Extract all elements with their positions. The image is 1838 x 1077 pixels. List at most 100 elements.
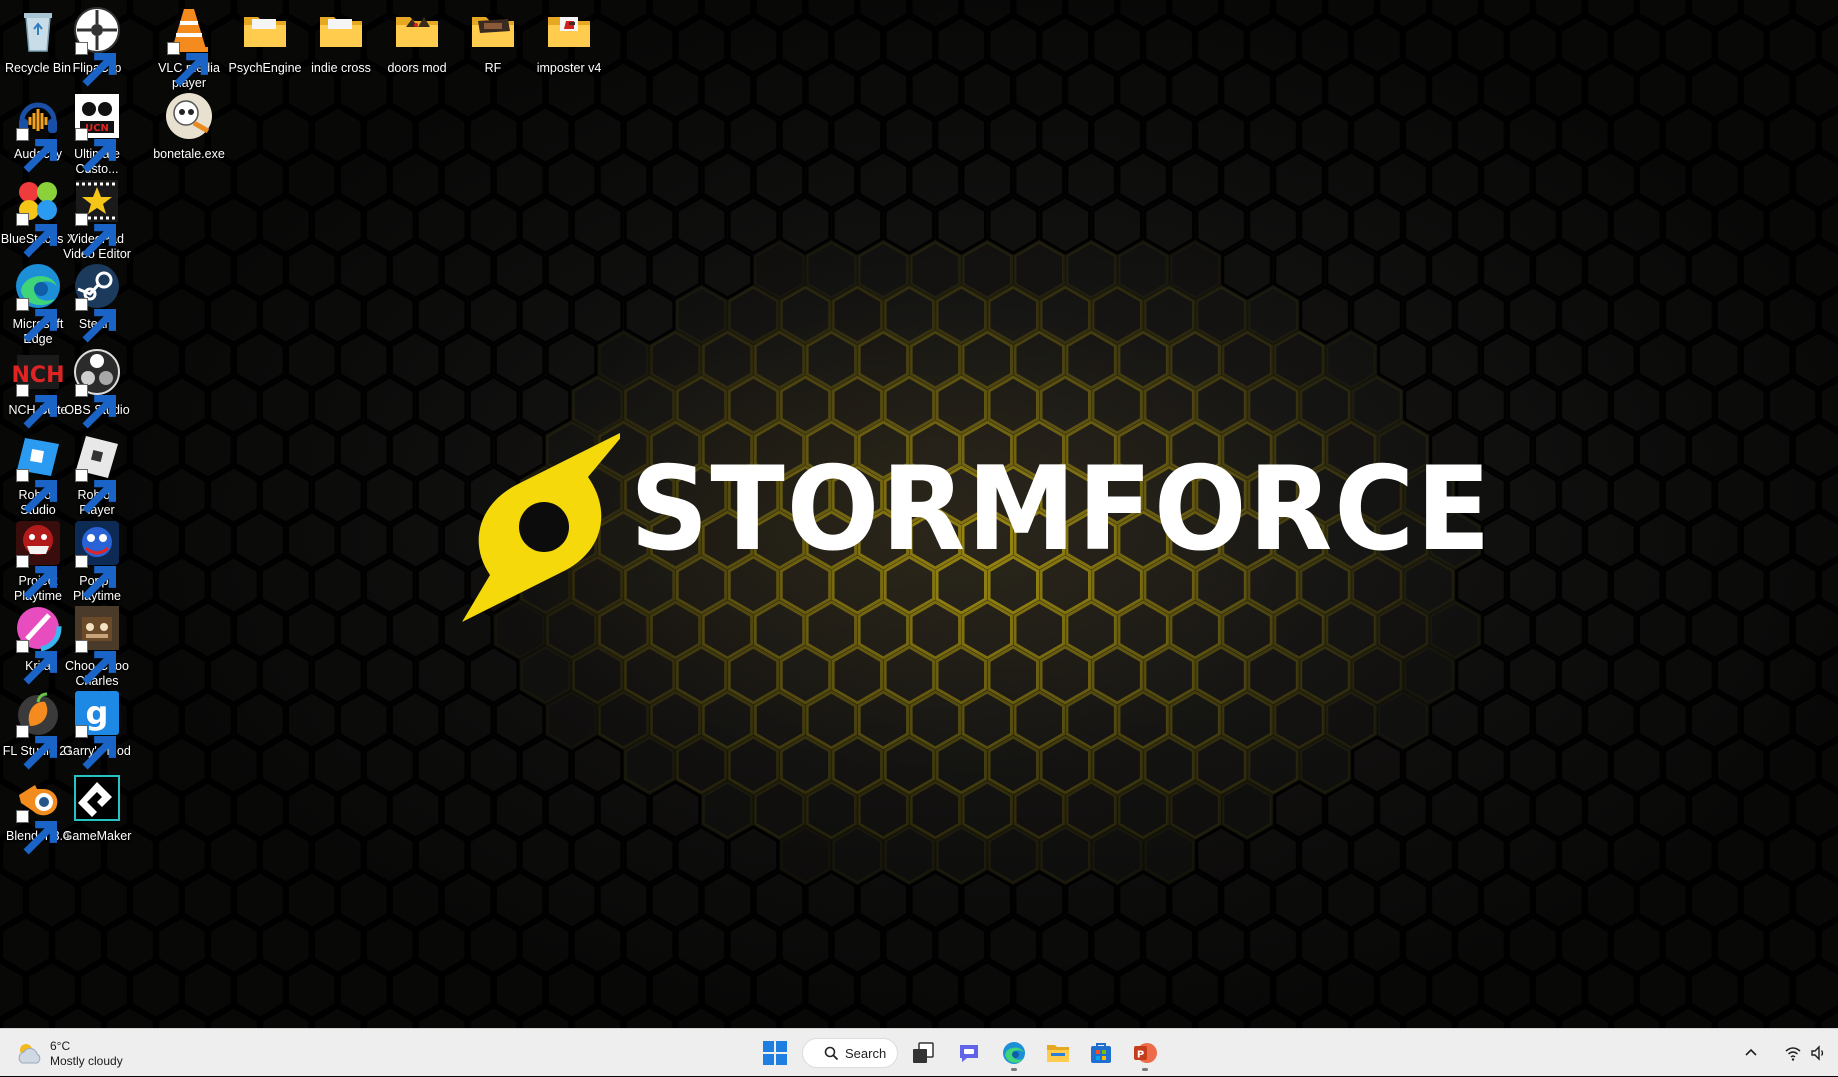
network-button[interactable] xyxy=(1784,1044,1802,1062)
desktop-icon-doors-mod-folder[interactable]: doors mod xyxy=(379,2,455,98)
desktop-icon-poppy-playtime[interactable]: Poppy Playtime xyxy=(59,515,135,611)
hexagon-tile xyxy=(1507,915,1559,975)
desktop-icon-steam[interactable]: Steam xyxy=(59,258,135,354)
hexagon-tile xyxy=(1740,690,1793,750)
hexagon-tile xyxy=(1507,105,1559,165)
hexagon-tile xyxy=(1299,915,1351,975)
hexagon-tile xyxy=(1792,780,1838,840)
hexagon-tile xyxy=(961,60,1013,120)
roblox-studio-icon xyxy=(13,432,63,514)
hexagon-tile xyxy=(1299,645,1351,705)
hexagon-tile xyxy=(1766,915,1819,975)
hexagon-tile xyxy=(130,240,182,300)
hexagon-tile xyxy=(389,510,442,570)
desktop-icon-garrys-mod[interactable]: g Garry's Mod xyxy=(59,685,135,781)
hexagon-tile xyxy=(182,870,234,930)
hexagon-tile xyxy=(519,825,572,885)
hexagon-tile xyxy=(831,915,884,975)
hexagon-tile xyxy=(1689,600,1741,660)
taskbar-edge-button[interactable] xyxy=(996,1035,1032,1071)
taskbar-powerpoint-button[interactable]: P xyxy=(1127,1035,1163,1071)
desktop-icon-gamemaker[interactable]: GameMaker xyxy=(59,770,135,866)
hexagon-tile xyxy=(1507,15,1559,75)
hexagon-tile xyxy=(1039,735,1091,795)
hexagon-tile xyxy=(1221,690,1273,750)
hexagon-tile xyxy=(675,285,728,345)
roblox-player-icon xyxy=(72,432,122,514)
hexagon-tile xyxy=(415,555,468,615)
hexagon-tile xyxy=(1273,150,1325,210)
hexagon-tile xyxy=(1039,195,1091,255)
hexagon-tile xyxy=(338,240,390,300)
desktop-icon-psychengine-folder[interactable]: PsychEngine xyxy=(227,2,303,98)
desktop-icon-choo-choo-charles[interactable]: Choo-Choo Charles xyxy=(59,600,135,696)
hexagon-tile xyxy=(547,692,596,748)
hexagon-tile xyxy=(260,285,312,345)
hexagon-tile xyxy=(312,735,364,795)
hexagon-tile xyxy=(1715,105,1767,165)
hexagon-tile xyxy=(1195,285,1247,345)
desktop-icon-ultimate-custom-night[interactable]: UCN Ultimate Custo... xyxy=(59,88,135,184)
desktop-icon-vlc[interactable]: VLC media player xyxy=(151,2,227,98)
weather-widget[interactable]: 6°C Mostly cloudy xyxy=(14,1037,123,1071)
hexagon-tile xyxy=(1559,555,1611,615)
hexagon-tile xyxy=(1481,870,1533,930)
desktop-icon-flipaclip[interactable]: FlipaClip xyxy=(59,2,135,98)
hexagon-tile xyxy=(1039,915,1091,975)
hexagon-tile xyxy=(156,735,208,795)
taskbar-store-button[interactable] xyxy=(1083,1035,1119,1071)
volume-button[interactable] xyxy=(1810,1044,1828,1062)
desktop-icon-indie-cross-folder[interactable]: indie cross xyxy=(303,2,379,98)
weather-condition: Mostly cloudy xyxy=(50,1054,123,1068)
chat-button[interactable] xyxy=(951,1035,987,1071)
hexagon-tile xyxy=(1611,735,1663,795)
desktop-icon-roblox-player[interactable]: Roblox Player xyxy=(59,429,135,525)
project-playtime-icon xyxy=(13,518,63,600)
desktop-icon-obs-studio[interactable]: OBS Studio xyxy=(59,344,135,440)
hexagon-tile xyxy=(1273,870,1325,930)
hexagon-tile xyxy=(545,240,598,300)
hexagon-tile xyxy=(1507,555,1559,615)
hexagon-tile xyxy=(389,330,442,390)
hexagon-tile xyxy=(935,825,987,885)
desktop-icon-bonetale[interactable]: bonetale.exe xyxy=(151,88,227,184)
hexagon-tile xyxy=(961,780,1013,840)
desktop-icon-imposter-v4-folder[interactable]: imposter v4 xyxy=(531,2,607,98)
hexagon-tile xyxy=(260,105,312,165)
garrys-mod-icon: g xyxy=(72,688,122,770)
show-hidden-icons-button[interactable] xyxy=(1742,1044,1760,1062)
hexagon-tile xyxy=(831,105,884,165)
start-button[interactable] xyxy=(757,1035,793,1071)
hexagon-tile xyxy=(727,195,780,255)
taskbar-search-box[interactable]: Search xyxy=(802,1038,898,1068)
hexagon-tile xyxy=(545,870,598,930)
shortcut-arrow-icon xyxy=(16,298,58,343)
hexagon-tile xyxy=(857,60,910,120)
hexagon-tile xyxy=(1689,150,1741,210)
hexagon-tile xyxy=(1559,915,1611,975)
hexagon-tile xyxy=(1299,15,1351,75)
hexagon-tile xyxy=(338,960,390,1020)
hexagon-tile xyxy=(935,195,987,255)
hexagon-tile xyxy=(935,15,987,75)
desktop-icon-label: PsychEngine xyxy=(228,61,302,75)
hexagon-tile xyxy=(1221,960,1273,1020)
hexagon-tile xyxy=(1351,915,1403,975)
bluestacks-icon xyxy=(13,176,63,258)
vlc-icon xyxy=(164,5,214,87)
hexagon-tile xyxy=(1585,870,1637,930)
hexagon-tile xyxy=(545,150,598,210)
taskbar-file-explorer-button[interactable] xyxy=(1040,1035,1076,1071)
hexagon-tile xyxy=(1117,780,1169,840)
hexagon-tile xyxy=(1065,960,1117,1020)
hexagon-tile xyxy=(1481,330,1533,390)
hexagon-tile xyxy=(831,645,884,705)
hexagon-tile xyxy=(1091,735,1143,795)
hexagon-tile xyxy=(78,870,130,930)
hexagon-tile xyxy=(1481,780,1533,840)
hexagon-tile xyxy=(260,195,312,255)
desktop-icon-rf-folder[interactable]: RF xyxy=(455,2,531,98)
task-view-button[interactable] xyxy=(905,1035,941,1071)
hexagon-tile xyxy=(338,420,390,480)
desktop-icon-videopad[interactable]: VideoPad Video Editor xyxy=(59,173,135,269)
